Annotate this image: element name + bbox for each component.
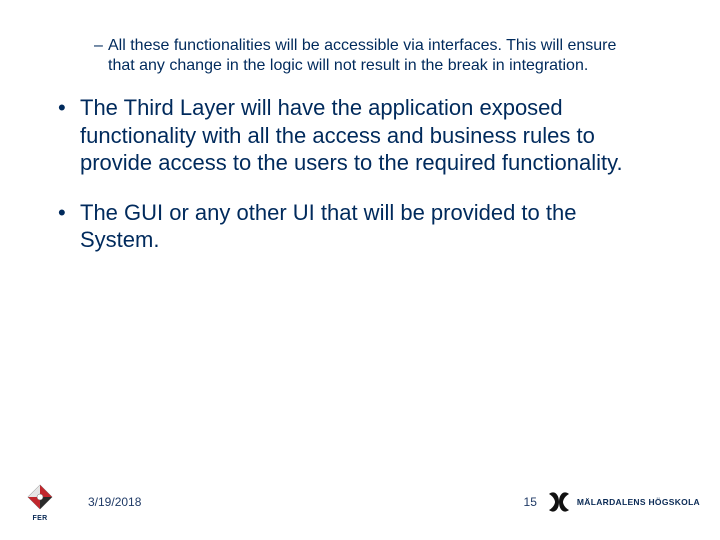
mdh-logo-icon xyxy=(545,490,573,514)
main-bullet-text-1: The Third Layer will have the applicatio… xyxy=(80,94,640,177)
page-number: 15 xyxy=(524,495,537,509)
main-bullet-text-2: The GUI or any other UI that will be pro… xyxy=(80,199,640,254)
mdh-logo-label: MÄLARDALENS HÖGSKOLA xyxy=(577,497,700,507)
main-bullet-item-2: • The GUI or any other UI that will be p… xyxy=(58,199,668,254)
sub-bullet-text: All these functionalities will be access… xyxy=(108,36,638,76)
footer-right: 15 MÄLARDALENS HÖGSKOLA xyxy=(524,490,700,514)
sub-bullet-marker: – xyxy=(94,36,108,76)
footer-date: 3/19/2018 xyxy=(88,495,141,509)
bullet-marker: • xyxy=(58,94,80,177)
slide-footer: FER 3/19/2018 15 MÄLARDALENS HÖGSKOLA xyxy=(0,482,720,522)
mdh-logo: MÄLARDALENS HÖGSKOLA xyxy=(545,490,700,514)
main-bullet-item-1: • The Third Layer will have the applicat… xyxy=(58,94,668,177)
fer-logo: FER xyxy=(20,484,60,520)
fer-logo-icon xyxy=(27,484,53,510)
bullet-marker: • xyxy=(58,199,80,254)
sub-bullet-item: – All these functionalities will be acce… xyxy=(94,36,668,76)
fer-logo-label: FER xyxy=(20,515,60,522)
slide: – All these functionalities will be acce… xyxy=(0,0,720,540)
slide-content: – All these functionalities will be acce… xyxy=(0,0,720,254)
footer-left: FER 3/19/2018 xyxy=(20,484,141,520)
